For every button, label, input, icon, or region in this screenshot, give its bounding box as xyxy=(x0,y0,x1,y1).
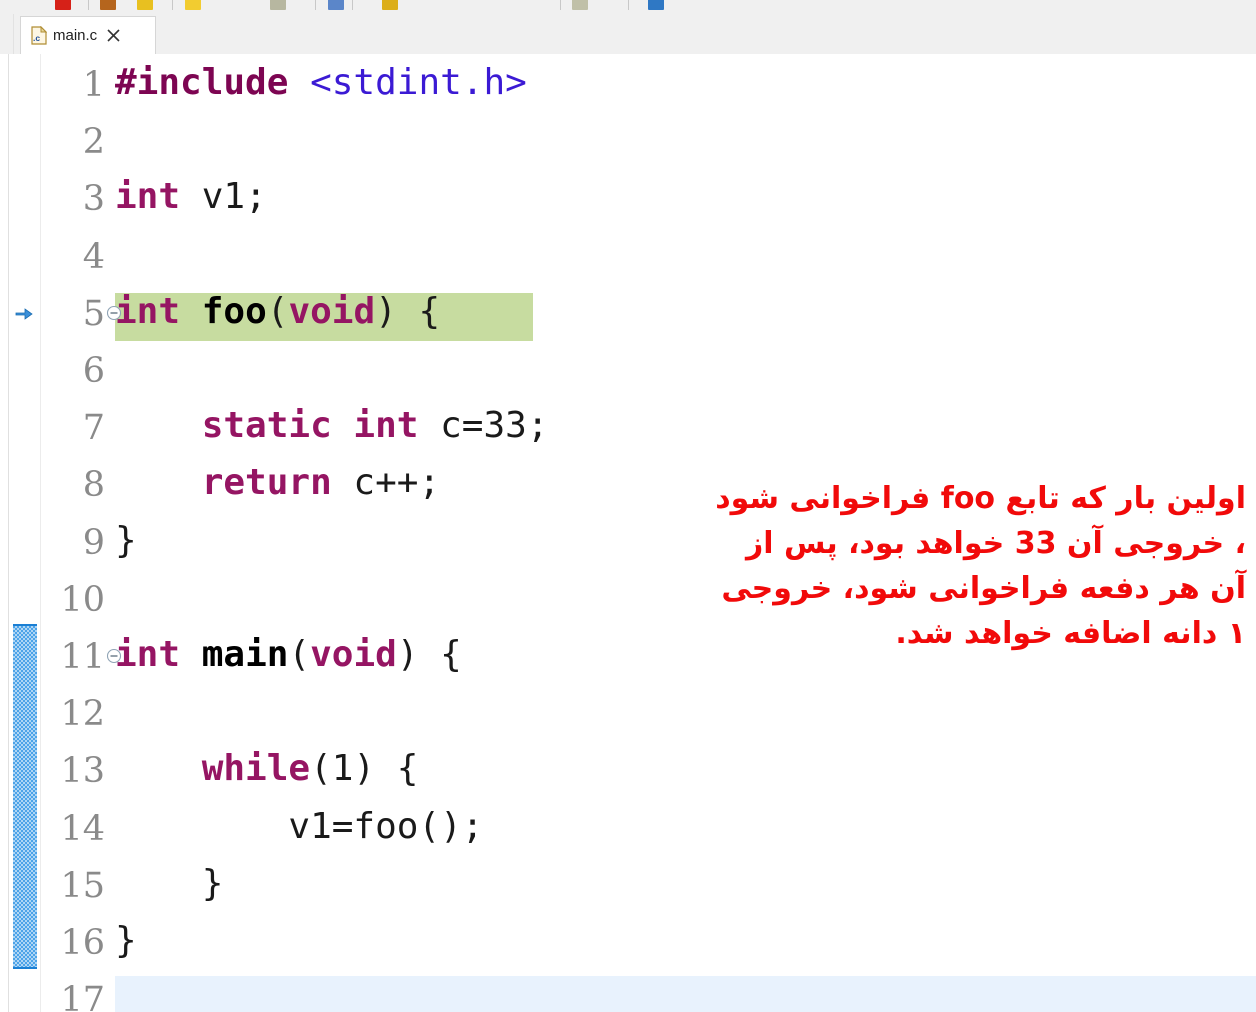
change-bar xyxy=(13,624,37,970)
code-token: v1; xyxy=(180,176,267,218)
code-token: void xyxy=(310,634,397,675)
code-token: ( xyxy=(288,634,311,675)
toolbar-separator xyxy=(352,0,353,10)
editor-tab-label: main.c xyxy=(53,27,98,44)
code-token: } xyxy=(115,519,137,561)
code-line[interactable]: } xyxy=(115,862,224,906)
line-number: 16 xyxy=(60,923,105,963)
annotation-line-1: اولین بار که تابع foo فراخوانی شود xyxy=(715,481,1246,516)
code-token: void xyxy=(288,290,376,332)
line-number: 10 xyxy=(60,579,105,620)
c-file-icon: .c xyxy=(31,25,48,45)
line-number: 9 xyxy=(82,522,105,563)
code-token: (1) { xyxy=(310,748,419,790)
code-token: foo xyxy=(201,290,267,332)
annotation-line-4: ۱ دانه اضافه خواهد شد. xyxy=(895,616,1246,651)
code-line[interactable]: v1=foo(); xyxy=(115,805,483,849)
toolbar-debug-icon[interactable] xyxy=(328,0,344,10)
line-number: 1 xyxy=(82,65,105,105)
toolbar-bulb-icon[interactable] xyxy=(382,0,398,10)
code-token: ) { xyxy=(375,290,441,332)
line-number: 6 xyxy=(82,351,105,391)
toolbar-separator xyxy=(172,0,173,10)
code-token: while xyxy=(201,748,311,790)
code-line[interactable]: int main(void) { xyxy=(115,633,462,677)
code-token: int xyxy=(115,176,181,218)
code-token: main xyxy=(201,634,289,675)
toolbar-build-icon[interactable] xyxy=(137,0,153,10)
code-line[interactable]: #include <stdint.h> xyxy=(115,61,527,105)
toolbar-open-folder-icon[interactable] xyxy=(100,0,116,10)
current-line-highlight xyxy=(115,976,1256,1012)
toolbar-separator xyxy=(315,0,316,10)
code-line[interactable]: int v1; xyxy=(115,175,267,219)
line-number: 2 xyxy=(82,122,105,163)
line-number: 7 xyxy=(82,408,105,449)
code-token: int xyxy=(115,634,181,675)
line-number: 15 xyxy=(60,865,105,906)
line-number: 8 xyxy=(82,465,105,506)
editor-tab-mainc[interactable]: .c main.c xyxy=(20,16,156,54)
code-token: #include xyxy=(115,62,311,103)
toolbar-window-icon[interactable] xyxy=(270,0,286,10)
line-number: 4 xyxy=(82,236,105,277)
code-line[interactable]: return c++; xyxy=(115,461,440,505)
line-number: 5 xyxy=(82,293,105,334)
main-toolbar[interactable] xyxy=(0,0,1256,15)
code-line[interactable]: } xyxy=(115,519,137,563)
code-line[interactable]: while(1) { xyxy=(115,747,419,791)
tab-bar-left-stub xyxy=(0,14,14,54)
line-number: 17 xyxy=(60,980,105,1012)
line-number: 3 xyxy=(82,179,105,220)
toolbar-console-icon[interactable] xyxy=(648,0,664,10)
close-icon[interactable] xyxy=(106,28,121,43)
code-line[interactable]: static int c=33; xyxy=(115,404,549,448)
line-number: 14 xyxy=(60,808,105,849)
code-token: c=33; xyxy=(418,405,549,447)
ruler-divider xyxy=(8,54,9,1012)
code-token: ) { xyxy=(396,634,462,675)
code-token: <stdint.h> xyxy=(310,62,527,103)
annotation-line-3: آن هر دفعه فراخوانی شود، خروجی xyxy=(721,571,1246,606)
line-number: 12 xyxy=(60,694,105,735)
toolbar-separator xyxy=(628,0,629,10)
toolbar-save-icon[interactable] xyxy=(185,0,201,10)
code-token: } xyxy=(115,920,137,961)
line-number: 11 xyxy=(60,637,105,677)
toolbar-separator xyxy=(88,0,89,10)
code-token: ( xyxy=(266,290,289,332)
code-line[interactable]: int foo(void) { xyxy=(115,290,440,334)
code-token: int xyxy=(115,290,181,332)
code-token: return xyxy=(201,462,332,504)
code-line[interactable]: } xyxy=(115,919,137,963)
code-token: static int xyxy=(201,405,419,447)
toolbar-perspective-icon[interactable] xyxy=(572,0,588,10)
editor-tab-bar: .c main.c xyxy=(0,14,1256,54)
line-number: 13 xyxy=(60,751,105,792)
toolbar-separator xyxy=(560,0,561,10)
annotation-line-2: ، خروجی آن 33 خواهد بود، پس از xyxy=(746,526,1246,561)
jump-arrow-icon[interactable] xyxy=(14,304,34,324)
code-token: c++; xyxy=(331,462,441,504)
code-token: v1=foo(); xyxy=(115,805,484,847)
persian-annotation-text: اولین بار که تابع foo فراخوانی شود ، خروج… xyxy=(596,476,1246,656)
toolbar-terminate-icon[interactable] xyxy=(55,0,71,10)
code-token: } xyxy=(115,862,224,904)
svg-text:.c: .c xyxy=(33,33,40,43)
